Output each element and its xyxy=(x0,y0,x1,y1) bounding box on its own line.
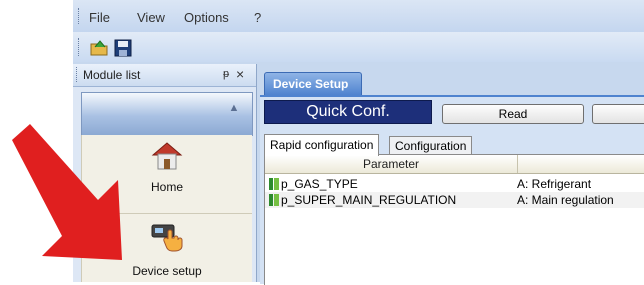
table-row[interactable]: p_SUPER_MAIN_REGULATION A: Main regulati… xyxy=(265,192,644,208)
quick-conf-banner: Quick Conf. xyxy=(264,100,432,124)
parameter-icon xyxy=(269,194,279,206)
pin-icon[interactable]: ᵽ xyxy=(223,68,229,80)
close-icon[interactable]: × xyxy=(236,66,244,82)
parameter-description: A: Main regulation xyxy=(517,193,614,207)
parameter-icon xyxy=(269,178,279,190)
save-icon[interactable] xyxy=(113,38,133,58)
menu-grip[interactable] xyxy=(78,8,82,24)
menu-file[interactable]: File xyxy=(89,10,110,25)
column-description[interactable]: D xyxy=(518,155,644,173)
read-button[interactable]: Read xyxy=(442,104,584,124)
parameter-description: A: Refrigerant xyxy=(517,177,592,191)
menu-options[interactable]: Options xyxy=(184,10,229,25)
toolbar-grip[interactable] xyxy=(78,38,82,56)
menu-view[interactable]: View xyxy=(137,10,165,25)
parameter-name: p_SUPER_MAIN_REGULATION xyxy=(281,193,457,207)
menu-help[interactable]: ? xyxy=(254,10,261,25)
column-parameter[interactable]: Parameter xyxy=(265,155,518,173)
device-setup-area: Device Setup Quick Conf. Read Rapid conf… xyxy=(258,64,644,285)
menu-bar: File View Options ? xyxy=(73,0,644,32)
panel-grip[interactable] xyxy=(76,67,80,82)
module-list-title: Module list xyxy=(83,68,141,82)
tab-rapid-configuration[interactable]: Rapid configuration xyxy=(264,134,380,156)
open-folder-icon[interactable] xyxy=(89,38,109,58)
grid-header: Parameter D xyxy=(265,155,644,174)
parameter-grid: Parameter D p_GAS_TYPE A: Refrigerant p_… xyxy=(264,154,644,285)
scroll-up-icon[interactable]: ▲ xyxy=(218,102,250,124)
red-arrow-annotation xyxy=(12,124,122,260)
tab-configuration[interactable]: Configuration xyxy=(389,136,473,155)
table-row[interactable]: p_GAS_TYPE A: Refrigerant xyxy=(265,176,644,192)
parameter-name: p_GAS_TYPE xyxy=(281,177,358,191)
tab-device-setup[interactable]: Device Setup xyxy=(264,72,362,95)
toolbar xyxy=(73,32,644,62)
device-setup-content: Quick Conf. Read Rapid configuration Con… xyxy=(260,95,644,285)
module-list-header: Module list ᵽ × xyxy=(73,64,256,87)
write-button[interactable] xyxy=(592,104,644,124)
